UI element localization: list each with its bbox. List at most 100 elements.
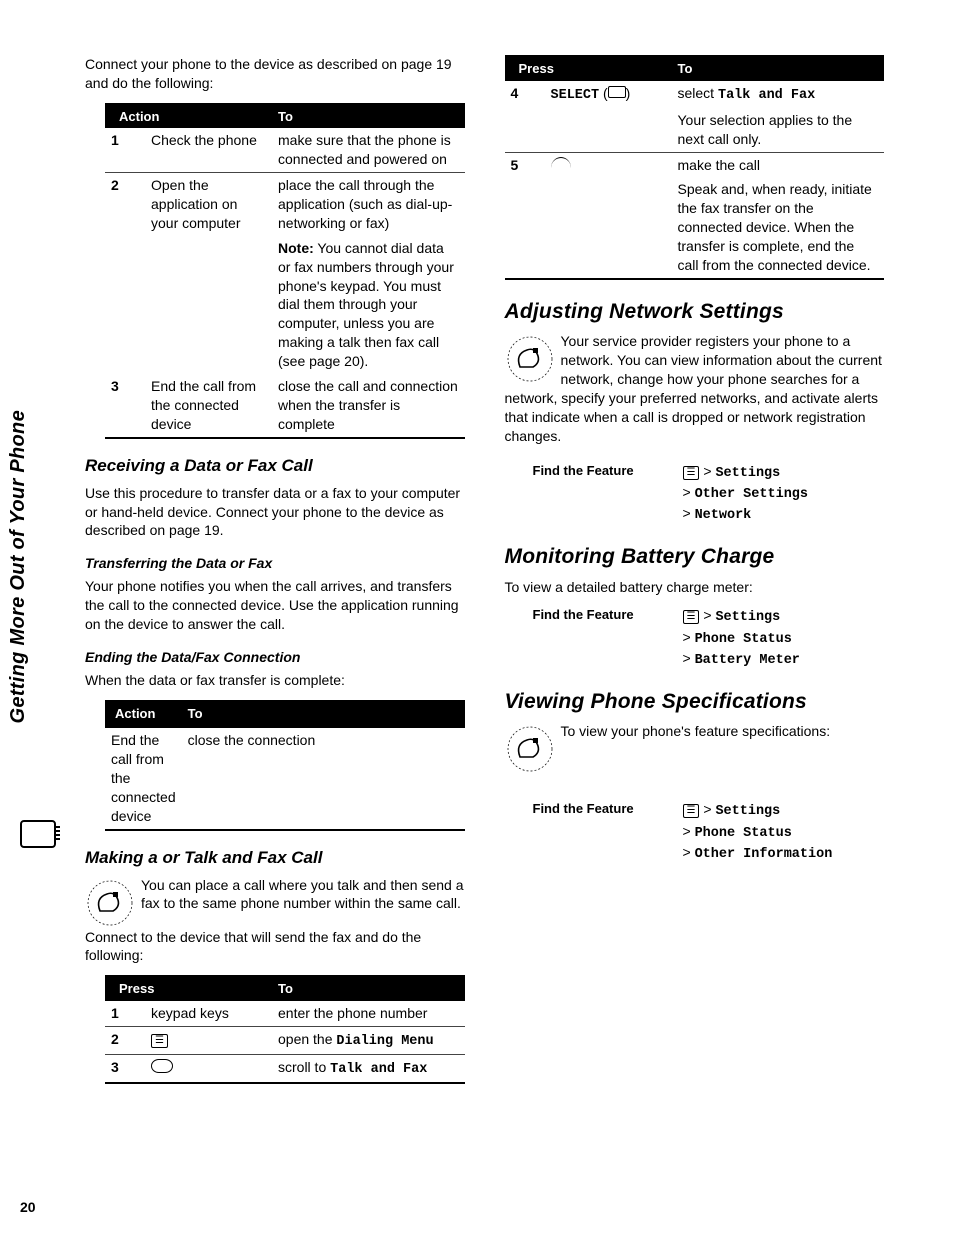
close-paren: ): [626, 85, 631, 101]
action-table-a: Action To 1Check the phonemake sure that…: [105, 103, 465, 439]
para-battery: To view a detailed battery charge meter:: [505, 578, 885, 597]
step-num: 1: [105, 1001, 145, 1026]
find-feature-battery: Find the Feature ☰ > Settings > Phone St…: [533, 606, 885, 670]
cell-action: [145, 236, 272, 374]
cell-to: Note: You cannot dial data or fax number…: [272, 236, 465, 374]
network-subscription-feature-icon: [505, 724, 555, 774]
step-num: 1: [105, 128, 145, 172]
press-table-c: Press To 1keypad keysenter the phone num…: [105, 975, 465, 1084]
cell-press: ☰: [145, 1026, 272, 1054]
th-to: To: [272, 976, 465, 1001]
cell-to: select Talk and Fax: [672, 81, 885, 108]
nav-network: Network: [695, 508, 752, 523]
find-feature-spec: Find the Feature ☰ > Settings > Phone St…: [533, 800, 885, 864]
side-tab-title: Getting More Out of Your Phone: [5, 410, 32, 723]
cell-to: close the call and connection when the t…: [272, 374, 465, 438]
right-column: Press To 4 SELECT () select Talk and Fax: [505, 55, 885, 1094]
para-network: Your service provider registers your pho…: [505, 332, 885, 445]
select-label: SELECT: [551, 88, 600, 103]
two-column-layout: Connect your phone to the device as desc…: [0, 0, 954, 1094]
cell-action: End the call from the connected device: [145, 374, 272, 438]
step-num: 5: [505, 152, 545, 177]
blank: [505, 177, 545, 278]
para-receiving: Use this procedure to transfer data or a…: [85, 484, 465, 541]
th-press: Press: [505, 56, 672, 81]
find-label: Find the Feature: [533, 800, 683, 864]
th-action: Action: [105, 701, 182, 727]
blank: [505, 108, 545, 152]
heading-battery: Monitoring Battery Charge: [505, 543, 885, 571]
nav-settings: Settings: [715, 466, 780, 481]
find-feature-network: Find the Feature ☰ > Settings > Other Se…: [533, 462, 885, 526]
para-network-wrap: Your service provider registers your pho…: [505, 332, 885, 455]
to-mono: Talk and Fax: [718, 88, 815, 103]
step-num: 2: [105, 1026, 145, 1054]
step-num: 3: [105, 374, 145, 438]
to-mono: Dialing Menu: [336, 1034, 433, 1049]
phone-computer-icon: [20, 820, 56, 848]
to-pre: open the: [278, 1031, 336, 1047]
cell-to: place the call through the application (…: [272, 173, 465, 236]
heading-making: Making a or Talk and Fax Call: [85, 847, 465, 870]
heading-transferring: Transferring the Data or Fax: [85, 554, 465, 573]
para-making2: Connect to the device that will send the…: [85, 928, 465, 966]
menu-key-icon: ☰: [151, 1034, 168, 1048]
cell-to: Speak and, when ready, initiate the fax …: [672, 177, 885, 278]
cell-press: SELECT (): [545, 81, 672, 108]
cell-to: enter the phone number: [272, 1001, 465, 1026]
to-pre: scroll to: [278, 1059, 330, 1075]
nav-settings: Settings: [715, 804, 780, 819]
para-spec: To view your phone's feature specificati…: [505, 722, 885, 741]
cell-to: Your selection applies to the next call …: [672, 108, 885, 152]
nav-battery-meter: Battery Meter: [695, 653, 800, 668]
cell-press: keypad keys: [145, 1001, 272, 1026]
network-subscription-feature-icon: [85, 878, 135, 928]
send-call-icon: [551, 157, 571, 168]
left-column: Connect your phone to the device as desc…: [85, 55, 465, 1094]
intro-text: Connect your phone to the device as desc…: [85, 55, 465, 93]
to-pre: select: [678, 85, 718, 101]
menu-key-icon: ☰: [683, 466, 700, 480]
nav-settings: Settings: [715, 610, 780, 625]
nav-phone-status: Phone Status: [695, 632, 792, 647]
cell-press: [145, 1055, 272, 1084]
th-to: To: [272, 104, 465, 129]
cell-action: End the call from the connected device: [105, 727, 182, 830]
th-action: Action: [105, 104, 272, 129]
nav-phone-status: Phone Status: [695, 826, 792, 841]
menu-key-icon: ☰: [683, 610, 700, 624]
cell-to: make the call: [672, 152, 885, 177]
nav-other-settings: Other Settings: [695, 487, 808, 502]
step-num: [105, 236, 145, 374]
to-mono: Talk and Fax: [330, 1062, 427, 1077]
heading-receiving: Receiving a Data or Fax Call: [85, 455, 465, 478]
find-label: Find the Feature: [533, 462, 683, 526]
menu-key-icon: ☰: [683, 804, 700, 818]
cell-to: close the connection: [182, 727, 465, 830]
para-ending: When the data or fax transfer is complet…: [85, 671, 465, 690]
step-num: 2: [105, 173, 145, 236]
para-making: You can place a call where you talk and …: [85, 876, 465, 914]
find-path: ☰ > Settings > Phone Status > Other Info…: [683, 800, 885, 864]
press-table-d: Press To 4 SELECT () select Talk and Fax: [505, 55, 885, 280]
th-to: To: [182, 701, 465, 727]
heading-network: Adjusting Network Settings: [505, 298, 885, 326]
open-paren: (: [603, 85, 608, 101]
blank: [545, 177, 672, 278]
softkey-icon: [608, 86, 626, 98]
cell-press: [545, 152, 672, 177]
heading-ending: Ending the Data/Fax Connection: [85, 648, 465, 667]
cell-to: make sure that the phone is connected an…: [272, 128, 465, 172]
heading-spec: Viewing Phone Specifications: [505, 688, 885, 716]
page-number: 20: [20, 1198, 36, 1217]
find-path: ☰ > Settings > Phone Status > Battery Me…: [683, 606, 885, 670]
find-label: Find the Feature: [533, 606, 683, 670]
page: Getting More Out of Your Phone 20 Connec…: [0, 0, 954, 1235]
cell-action: Open the application on your computer: [145, 173, 272, 236]
th-to: To: [672, 56, 885, 81]
para-making-wrap: You can place a call where you talk and …: [85, 876, 465, 928]
para-spec-wrap: To view your phone's feature specificati…: [505, 722, 885, 774]
network-subscription-feature-icon: [505, 334, 555, 384]
cell-to: scroll to Talk and Fax: [272, 1055, 465, 1084]
scroll-key-icon: [151, 1059, 173, 1073]
